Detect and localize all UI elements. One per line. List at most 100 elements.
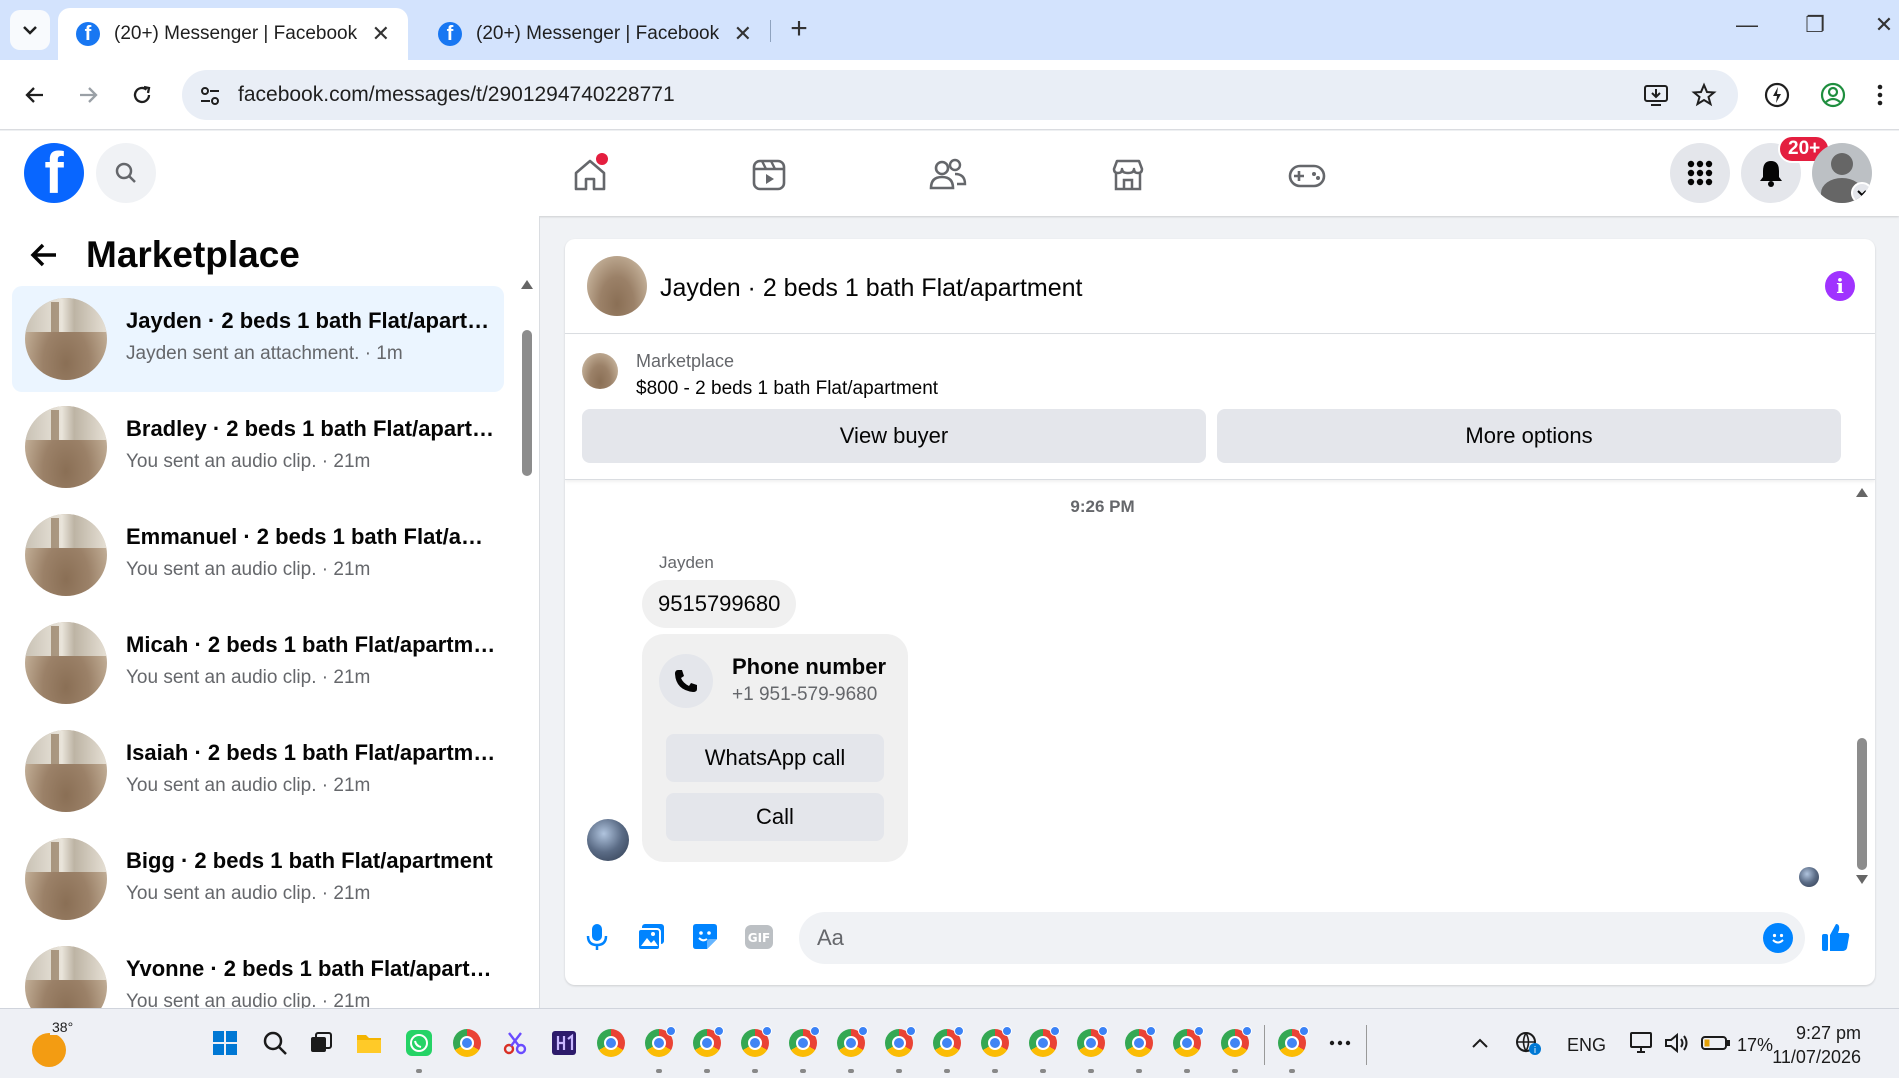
install-app-icon[interactable] [1642, 81, 1670, 109]
account-avatar[interactable] [1812, 143, 1872, 203]
browser-tab-inactive[interactable]: f (20+) Messenger | Facebook ✕ [420, 8, 770, 60]
chrome-profile-button[interactable] [691, 1026, 724, 1073]
chrome-profile-button[interactable] [787, 1026, 820, 1073]
bookmark-star-icon[interactable] [1690, 81, 1718, 109]
show-hidden-icons-button[interactable] [1464, 1027, 1496, 1059]
conversation-item[interactable]: Jayden · 2 beds 1 bath Flat/apartment Ja… [12, 286, 504, 392]
reload-icon [133, 85, 151, 104]
conversation-item[interactable]: Micah · 2 beds 1 bath Flat/apartment You… [12, 610, 504, 716]
scroll-up-arrow-icon[interactable] [1855, 486, 1869, 498]
whatsapp-button[interactable] [403, 1027, 435, 1073]
minimize-button[interactable]: — [1727, 12, 1767, 38]
gif-button[interactable]: GIF [741, 919, 777, 955]
reload-button[interactable] [121, 74, 163, 116]
battery-button[interactable] [1700, 1027, 1732, 1059]
chrome-profile-button[interactable] [883, 1026, 916, 1073]
chrome-profile-button[interactable] [1123, 1026, 1156, 1073]
chrome-button[interactable] [451, 1027, 483, 1059]
url-text[interactable]: facebook.com/messages/t/2901294740228771 [238, 83, 675, 107]
chrome-profile-button[interactable] [1027, 1026, 1060, 1073]
restore-button[interactable]: ❐ [1795, 12, 1835, 38]
view-buyer-button[interactable]: View buyer [582, 409, 1206, 463]
chat-title[interactable]: Jayden · 2 beds 1 bath Flat/apartment [660, 274, 1082, 303]
performance-icon[interactable] [1760, 78, 1794, 112]
whatsapp-call-button[interactable]: WhatsApp call [666, 734, 884, 782]
chrome-profile-button[interactable] [739, 1026, 772, 1073]
menu-button[interactable] [1670, 143, 1730, 203]
sticker-button[interactable] [687, 919, 723, 955]
chrome-profile-button[interactable] [1276, 1026, 1309, 1073]
chrome-profile-button[interactable] [1219, 1026, 1252, 1073]
listing-thumbnail[interactable] [582, 353, 618, 389]
snipping-tool-button[interactable] [499, 1027, 531, 1059]
like-button[interactable] [1818, 919, 1854, 955]
more-apps-button[interactable] [1324, 1027, 1356, 1059]
call-button[interactable]: Call [666, 793, 884, 841]
conversation-item[interactable]: Yvonne · 2 beds 1 bath Flat/apartment Yo… [12, 934, 504, 1008]
browser-tab-active[interactable]: f (20+) Messenger | Facebook ✕ [58, 8, 408, 60]
close-tab-icon[interactable]: ✕ [372, 21, 390, 47]
listing-description[interactable]: $800 - 2 beds 1 bath Flat/apartment [636, 378, 938, 400]
nav-home[interactable] [566, 151, 614, 199]
attach-photo-button[interactable] [633, 919, 669, 955]
message-input[interactable] [817, 912, 1717, 964]
emoji-icon[interactable] [1763, 923, 1793, 953]
more-options-button[interactable]: More options [1217, 409, 1841, 463]
volume-button[interactable] [1661, 1027, 1693, 1059]
start-button[interactable] [209, 1027, 241, 1059]
sender-avatar[interactable] [587, 819, 629, 861]
profile-icon[interactable] [1816, 78, 1850, 112]
nav-marketplace[interactable] [1104, 151, 1152, 199]
chrome-profile-button[interactable] [979, 1026, 1012, 1073]
chrome-profile-button[interactable] [643, 1026, 676, 1073]
task-view-button[interactable] [305, 1027, 337, 1059]
chrome-button[interactable] [595, 1027, 627, 1059]
facebook-logo[interactable]: f [24, 143, 84, 203]
display-button[interactable] [1626, 1027, 1658, 1059]
scroll-up-arrow-icon[interactable] [520, 278, 534, 290]
phone-icon [659, 654, 713, 708]
info-icon[interactable]: i [1825, 271, 1855, 301]
address-bar[interactable]: facebook.com/messages/t/2901294740228771 [182, 70, 1738, 120]
new-tab-button[interactable]: + [780, 10, 818, 48]
app-button[interactable] [548, 1027, 580, 1059]
listing-thumbnail [25, 514, 107, 596]
facebook-search-button[interactable] [96, 143, 156, 203]
sidebar-title: Marketplace [86, 234, 300, 275]
weather-widget[interactable]: 38° [28, 1019, 76, 1067]
voice-clip-button[interactable] [579, 919, 615, 955]
back-button[interactable] [14, 74, 56, 116]
sidebar-scrollbar[interactable] [520, 276, 534, 976]
system-clock[interactable]: 9:27 pm 11/07/2026 [1772, 1021, 1861, 1069]
scroll-down-arrow-icon[interactable] [1855, 874, 1869, 886]
back-arrow-icon[interactable] [28, 239, 60, 271]
chat-listing-avatar[interactable] [587, 256, 647, 316]
message-composer[interactable] [799, 912, 1805, 964]
close-tab-icon[interactable]: ✕ [734, 21, 752, 47]
chrome-profile-button[interactable] [1171, 1026, 1204, 1073]
language-indicator[interactable]: ENG [1567, 1035, 1606, 1056]
tab-search-button[interactable] [10, 10, 50, 50]
scrollbar-thumb[interactable] [1857, 738, 1867, 870]
conversation-item[interactable]: Isaiah · 2 beds 1 bath Flat/apartment Yo… [12, 718, 504, 824]
chrome-profile-button[interactable] [835, 1026, 868, 1073]
network-button[interactable]: i [1512, 1027, 1544, 1059]
scrollbar-thumb[interactable] [522, 330, 532, 476]
chrome-profile-button[interactable] [931, 1026, 964, 1073]
bell-icon [1760, 161, 1782, 187]
conversation-item[interactable]: Bradley · 2 beds 1 bath Flat/apartment Y… [12, 394, 504, 500]
file-explorer-button[interactable] [353, 1027, 385, 1059]
forward-button[interactable] [67, 74, 109, 116]
close-window-button[interactable]: ✕ [1864, 12, 1899, 38]
chrome-profile-button[interactable] [1075, 1026, 1108, 1073]
message-bubble[interactable]: 9515799680 [642, 580, 797, 628]
conversation-item[interactable]: Bigg · 2 beds 1 bath Flat/apartment You … [12, 826, 504, 932]
nav-gaming[interactable] [1283, 151, 1331, 199]
nav-friends[interactable] [924, 151, 972, 199]
taskbar-search-button[interactable] [259, 1027, 291, 1059]
conversation-item[interactable]: Emmanuel · 2 beds 1 bath Flat/apartment … [12, 502, 504, 608]
browser-menu-icon[interactable] [1870, 78, 1890, 112]
nav-video[interactable] [745, 151, 793, 199]
site-info-icon[interactable] [196, 82, 224, 110]
chat-scrollbar[interactable] [1853, 486, 1869, 886]
